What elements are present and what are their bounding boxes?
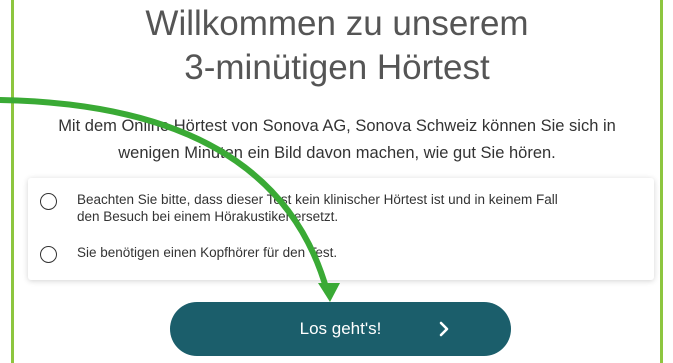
chevron-right-icon — [439, 321, 449, 337]
page-title: Willkommen zu unserem 3-minütigen Hörtes… — [14, 2, 660, 90]
checklist-item-label-line-1: Beachten Sie bitte, dass dieser Test kei… — [77, 192, 558, 207]
intro-text: Mit dem Online Hörtest von Sonova AG, So… — [14, 113, 660, 167]
checklist-item-label: Sie benötigen einen Kopfhörer für den Te… — [77, 244, 637, 261]
checklist-item-not-clinical[interactable]: Beachten Sie bitte, dass dieser Test kei… — [40, 191, 637, 225]
radio-button[interactable] — [40, 193, 57, 210]
intro-line-1: Mit dem Online Hörtest von Sonova AG, So… — [58, 117, 616, 135]
checklist-card: Beachten Sie bitte, dass dieser Test kei… — [28, 178, 654, 280]
frame-border-right — [660, 0, 663, 363]
checklist-item-label-line-2: den Besuch bei einem Hörakustiker ersetz… — [77, 209, 339, 224]
checklist-item-headphones[interactable]: Sie benötigen einen Kopfhörer für den Te… — [40, 244, 637, 263]
annotation-arrow-head — [318, 283, 340, 302]
checklist-item-label: Beachten Sie bitte, dass dieser Test kei… — [77, 191, 637, 225]
page-frame: Willkommen zu unserem 3-minütigen Hörtes… — [0, 0, 673, 363]
checklist-item-label-line-1: Sie benötigen einen Kopfhörer für den Te… — [77, 245, 338, 260]
page-title-line-2: 3-minütigen Hörtest — [184, 48, 490, 87]
start-test-button[interactable]: Los geht's! — [170, 302, 511, 356]
radio-button[interactable] — [40, 246, 57, 263]
intro-line-2: wenigen Minuten ein Bild davon machen, w… — [118, 144, 556, 162]
page-title-line-1: Willkommen zu unserem — [145, 4, 529, 43]
start-test-button-label: Los geht's! — [299, 319, 382, 338]
